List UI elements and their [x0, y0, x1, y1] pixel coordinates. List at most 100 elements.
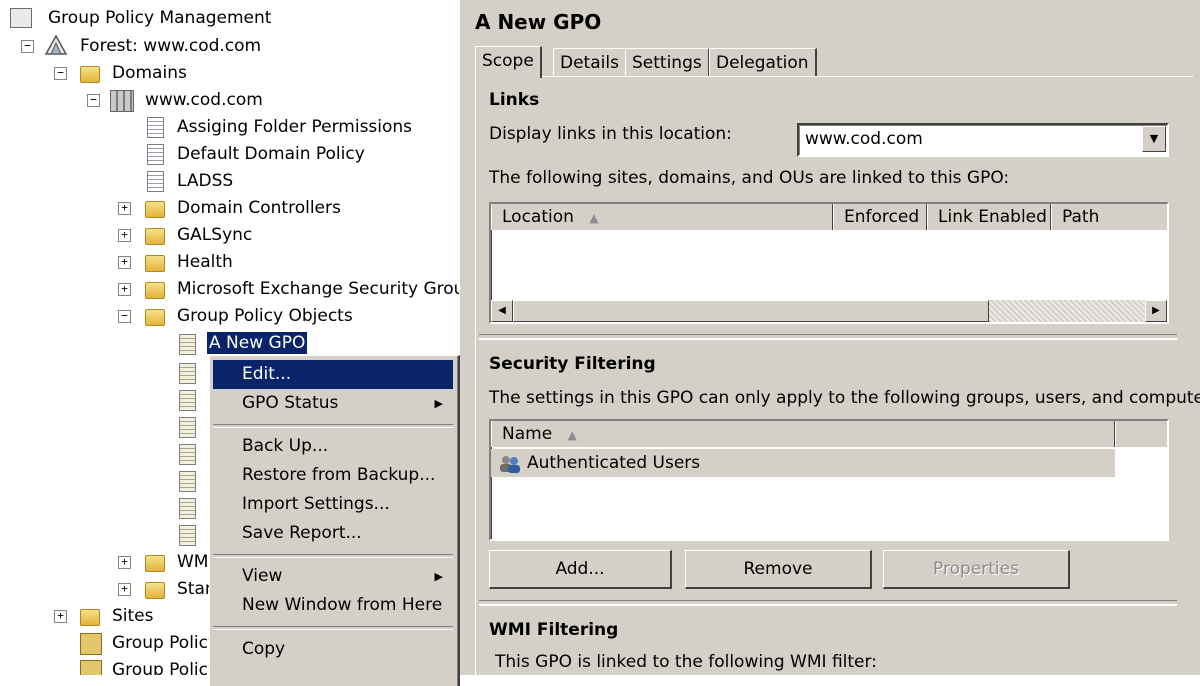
list-item[interactable]: Authenticated Users [491, 449, 1115, 477]
users-group-icon [499, 454, 521, 473]
gpo-icon [179, 417, 196, 438]
menu-item-import-settings[interactable]: Import Settings... [213, 490, 453, 519]
expand-toggle[interactable]: + [54, 610, 67, 623]
tree-item-domain-label: www.cod.com [145, 90, 263, 110]
tree-item-label: Domain Controllers [177, 198, 341, 218]
gpo-icon [179, 525, 196, 546]
column-header-name[interactable]: Name ▲ [491, 421, 1115, 447]
gpo-icon [179, 471, 196, 492]
security-filtering-text: The settings in this GPO can only apply … [489, 388, 1200, 408]
section-divider [479, 600, 1177, 606]
wmi-filtering-text: This GPO is linked to the following WMI … [495, 652, 877, 672]
tab-settings[interactable]: Settings [625, 48, 710, 77]
tab-details[interactable]: Details [553, 48, 627, 77]
ou-folder-icon [145, 282, 165, 299]
menu-item-label: Save Report... [242, 523, 362, 543]
menu-item-view[interactable]: View ▶ [213, 562, 453, 591]
menu-item-label: Import Settings... [242, 494, 390, 514]
security-filtering-heading: Security Filtering [489, 354, 656, 374]
chevron-down-icon[interactable]: ▼ [1142, 126, 1166, 152]
menu-item-save-report[interactable]: Save Report... [213, 519, 453, 548]
tree-item-label: Group Policy [112, 660, 219, 675]
column-header-path[interactable]: Path [1051, 204, 1167, 230]
menu-separator [213, 424, 453, 428]
sort-ascending-icon: ▲ [567, 428, 577, 442]
links-location-select[interactable]: www.cod.com ▼ [797, 123, 1169, 157]
tree-item-label: Assiging Folder Permissions [177, 117, 413, 137]
expand-toggle[interactable]: + [118, 256, 131, 269]
tree-item-label: Sites [112, 606, 154, 626]
collapse-toggle[interactable]: − [54, 67, 67, 80]
menu-item-gpo-status[interactable]: GPO Status ▶ [213, 389, 453, 418]
scroll-right-icon[interactable]: ▶ [1145, 300, 1167, 322]
gpo-icon [179, 444, 196, 465]
add-button[interactable]: Add... [489, 550, 672, 589]
collapse-toggle[interactable]: − [87, 94, 100, 107]
horizontal-scrollbar[interactable]: ◀ ▶ [491, 300, 1167, 322]
expand-toggle[interactable]: + [118, 229, 131, 242]
column-name-label: Name [502, 424, 553, 444]
gpo-title: A New GPO [475, 10, 602, 34]
menu-item-label: Restore from Backup... [242, 465, 436, 485]
menu-item-label: Back Up... [242, 436, 329, 456]
gp-modeling-icon [80, 633, 102, 655]
tree-item-label: GALSync [177, 225, 253, 245]
expand-toggle[interactable]: + [118, 283, 131, 296]
column-location-label: Location [502, 207, 574, 227]
collapse-toggle[interactable]: − [21, 40, 34, 53]
tab-scope[interactable]: Scope [475, 46, 542, 78]
forest-icon [44, 34, 68, 55]
display-links-label: Display links in this location: [489, 124, 732, 144]
gpo-link-icon [147, 144, 164, 165]
links-list[interactable]: Location ▲ Enforced Link Enabled Path ◀ … [489, 202, 1169, 324]
column-header-enforced[interactable]: Enforced [833, 204, 927, 230]
links-heading: Links [489, 90, 540, 110]
tree-item-domains-label: Domains [112, 63, 187, 83]
submenu-arrow-icon: ▶ [434, 570, 443, 583]
expand-toggle[interactable]: + [118, 202, 131, 215]
ou-folder-icon [145, 255, 165, 272]
menu-item-label: Edit... [242, 364, 292, 384]
submenu-arrow-icon: ▶ [434, 397, 443, 410]
tree-item-label: Group Policy Objects [177, 306, 353, 326]
security-filtering-list[interactable]: Name ▲ Authenticated Users [489, 419, 1169, 541]
scope-tab-panel [475, 76, 1193, 682]
gpo-icon [179, 363, 196, 384]
menu-item-new-window[interactable]: New Window from Here [213, 591, 453, 620]
gpo-icon [179, 498, 196, 519]
tree-root-label: Group Policy Management [48, 8, 272, 28]
scroll-left-icon[interactable]: ◀ [491, 300, 513, 322]
gpo-link-icon [147, 171, 164, 192]
menu-item-edit[interactable]: Edit... [213, 360, 453, 389]
menu-separator [213, 626, 453, 630]
gp-results-icon [80, 660, 102, 675]
collapse-toggle[interactable]: − [118, 310, 131, 323]
menu-item-copy[interactable]: Copy [213, 635, 453, 664]
gpo-icon [179, 390, 196, 411]
menu-item-back-up[interactable]: Back Up... [213, 432, 453, 461]
menu-item-label: GPO Status [242, 393, 339, 413]
column-header-location[interactable]: Location ▲ [491, 204, 833, 230]
tree-item-label: WM [177, 552, 209, 572]
expand-toggle[interactable]: + [118, 583, 131, 596]
tree-item-label: Star [177, 579, 212, 599]
menu-item-restore[interactable]: Restore from Backup... [213, 461, 453, 490]
expand-toggle[interactable]: + [118, 556, 131, 569]
menu-separator [213, 554, 453, 558]
gpo-icon [179, 334, 196, 355]
gpo-details-pane: A New GPO Scope Details Settings Delegat… [467, 0, 1200, 682]
context-menu: Edit... GPO Status ▶ Back Up... Restore … [209, 355, 460, 686]
ou-folder-icon [145, 201, 165, 218]
scroll-thumb[interactable] [513, 300, 989, 322]
domain-icon [110, 90, 134, 112]
properties-button[interactable]: Properties [883, 550, 1070, 589]
remove-button[interactable]: Remove [685, 550, 872, 589]
tab-delegation[interactable]: Delegation [709, 48, 817, 77]
domains-folder-icon [80, 66, 100, 83]
column-header-link-enabled[interactable]: Link Enabled [927, 204, 1051, 230]
tree-item-label: Default Domain Policy [177, 144, 365, 164]
ou-folder-icon [145, 228, 165, 245]
links-location-value: www.cod.com [805, 129, 923, 149]
gpo-link-icon [147, 117, 164, 138]
tree-item-label: Microsoft Exchange Security Grou [177, 279, 460, 299]
